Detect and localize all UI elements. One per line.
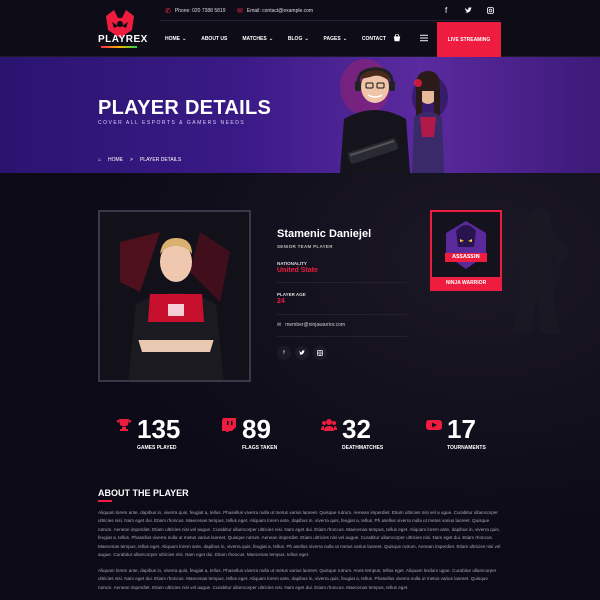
breadcrumb-home[interactable]: HOME [108,157,123,163]
chevron-down-icon: ⌄ [304,36,309,42]
nav-matches[interactable]: MATCHES ⌄ [242,36,273,42]
chevron-down-icon: ⌄ [268,36,273,42]
facebook-icon[interactable]: f [445,6,447,15]
nav-pages[interactable]: PAGES ⌄ [324,36,347,42]
nav-home[interactable]: HOME ⌄ [165,36,186,42]
player-photo [98,210,251,382]
player-portrait-image [100,212,249,380]
nationality-label: NATIONALITY [277,261,307,266]
divider [277,314,407,315]
stat-value: 89 [242,414,271,444]
phone-text: Phone: 020 7388 5819 [174,8,226,14]
instagram-icon[interactable] [313,346,327,360]
facebook-icon[interactable]: f [277,346,291,360]
player-name: Stamenic Daniejel [277,228,372,240]
main-nav: HOME ⌄ ABOUT US MATCHES ⌄ BLOG ⌄ PAGES ⌄ CON… [165,36,386,42]
twitter-icon[interactable] [465,7,472,14]
breadcrumb-current: PLAYER DETAILS [139,157,182,163]
mail-icon: ✉ [277,322,282,328]
nav-blog[interactable]: BLOG ⌄ [288,36,309,42]
header-divider [160,20,500,21]
stat-value: 17 [447,414,476,444]
stat-value: 32 [342,414,371,444]
logo-text[interactable]: PLAYREX [98,34,148,45]
nationality-value: United State [277,267,318,274]
menu-icon[interactable] [420,34,428,42]
team-card[interactable]: ASSASSIN NINJA WARRIOR [430,210,502,291]
stat-value: 135 [137,414,181,444]
page-title: PLAYER DETAILS [98,97,272,119]
email-text[interactable]: Email: contact@example.com [247,8,313,14]
background-soldier-silhouette [500,208,570,333]
hero-gamers-image [340,59,448,173]
phone-info: ✆ Phone: 020 7388 5819 [165,7,225,15]
instagram-icon[interactable] [487,7,494,14]
nav-contact[interactable]: CONTACT [362,36,386,42]
page-subtitle: COVER ALL ESPORTS & GAMERS NEEDS [98,120,246,126]
about-paragraph: Aliquam lorem ante, dapibus in, viverra … [98,568,497,590]
stat-label: GAMES PLAYED [137,445,177,451]
users-icon [321,419,337,431]
breadcrumb: ⌂ HOME > PLAYER DETAILS [98,157,181,163]
mail-icon: ✉ [237,8,243,15]
player-email-text[interactable]: member@ninjawarrior.com [285,322,345,328]
divider [277,282,407,283]
trophy-icon [117,419,131,431]
stat-label: FLAGS TAKEN [242,445,278,451]
breadcrumb-separator: > [130,157,133,163]
about-title: ABOUT THE PLAYER [98,488,189,498]
hero-banner: PLAYER DETAILS COVER ALL ESPORTS & GAMER… [0,57,600,173]
logo-underline [101,46,137,48]
phone-icon: ✆ [165,8,171,15]
stat-label: DEATHMATCHES [342,445,384,451]
player-email: ✉ member@ninjawarrior.com [277,322,345,328]
player-role: SENIOR TEAM PLAYER [277,244,333,249]
youtube-icon [426,420,442,430]
age-value: 24 [277,298,285,305]
chevron-down-icon: ⌄ [182,36,187,42]
twitch-icon [222,418,236,432]
site-header: PLAYREX ✆ Phone: 020 7388 5819 ✉ Email: … [0,0,600,57]
team-logo-icon [445,221,487,269]
stat-label: TOURNAMENTS [447,445,486,451]
cart-icon[interactable] [393,34,401,42]
email-info: ✉ Email: contact@example.com [237,7,313,15]
about-title-underline [98,500,112,502]
team-name: NINJA WARRIOR [432,277,500,289]
team-logo-text: ASSASSIN [452,254,480,260]
live-streaming-button[interactable]: LIVE STREAMING [437,22,501,57]
home-icon: ⌂ [98,157,102,163]
twitter-icon[interactable] [295,346,309,360]
about-paragraph: Aliquam lorem ante, dapibus in, viverra … [98,510,501,558]
nav-about[interactable]: ABOUT US [201,36,227,42]
divider [277,336,407,337]
age-label: PLAYER AGE [277,292,306,297]
chevron-down-icon: ⌄ [342,36,347,42]
